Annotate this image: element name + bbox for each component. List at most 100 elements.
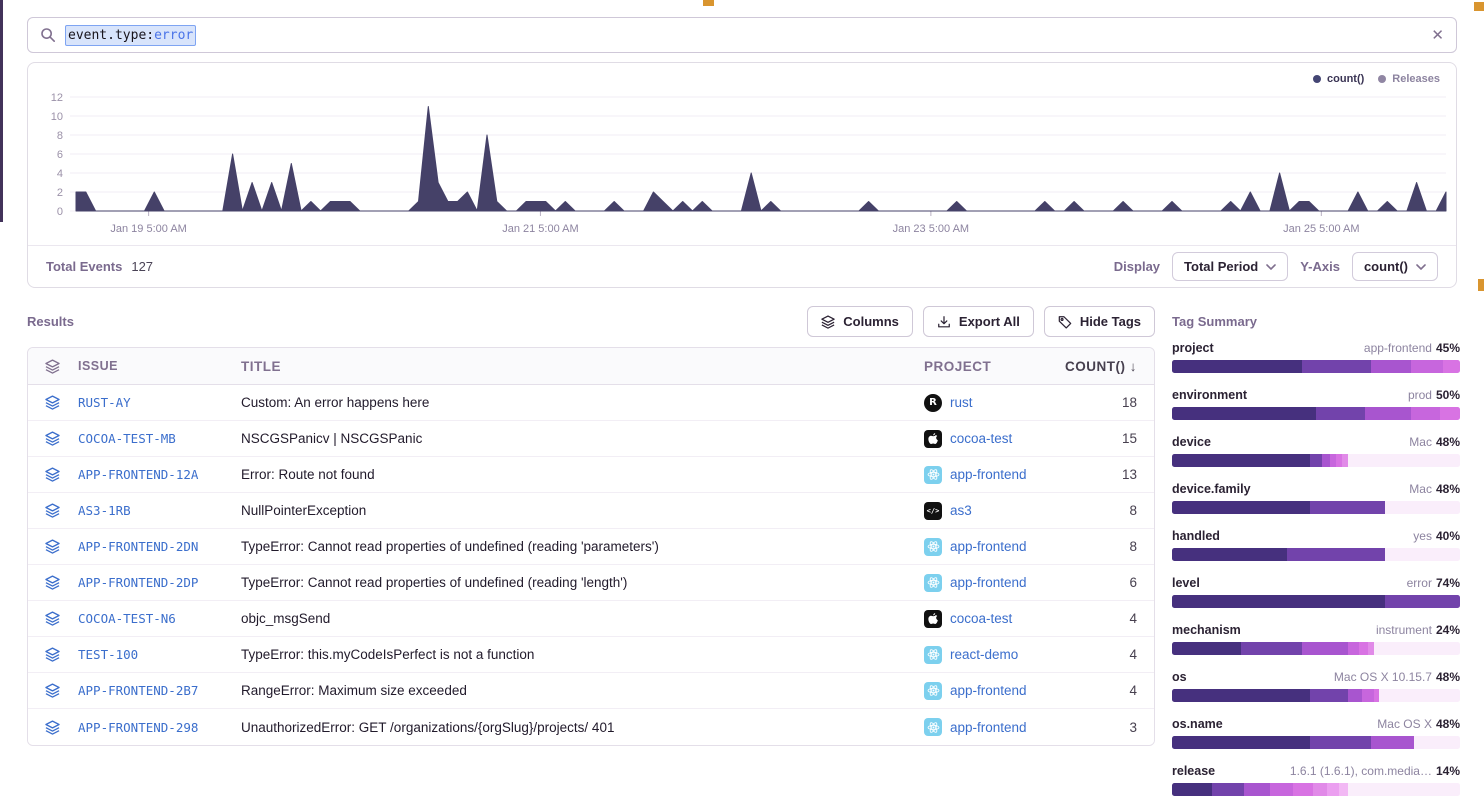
tag-bar-segment[interactable]	[1339, 783, 1348, 796]
tag-bar-segment[interactable]	[1411, 360, 1443, 373]
tag-bar-segment[interactable]	[1327, 783, 1339, 796]
issue-link[interactable]: APP-FRONTEND-12A	[78, 467, 198, 482]
hide-tags-button[interactable]: Hide Tags	[1044, 306, 1155, 337]
tag-distribution-bar[interactable]	[1172, 595, 1460, 608]
tag-distribution-bar[interactable]	[1172, 642, 1460, 655]
project-link[interactable]: app-frontend	[950, 683, 1027, 698]
tag-bar-segment[interactable]	[1371, 360, 1411, 373]
tag-bar-segment[interactable]	[1287, 548, 1385, 561]
tag-bar-segment[interactable]	[1293, 783, 1313, 796]
table-row[interactable]: TEST-100 TypeError: this.myCodeIsPerfect…	[28, 637, 1154, 673]
yaxis-select[interactable]: count()	[1352, 252, 1438, 281]
issue-link[interactable]: APP-FRONTEND-2DN	[78, 539, 198, 554]
tag-distribution-bar[interactable]	[1172, 689, 1460, 702]
tag-bar-segment[interactable]	[1270, 783, 1293, 796]
tag-distribution-bar[interactable]	[1172, 736, 1460, 749]
search-clear-icon[interactable]: ✕	[1431, 28, 1444, 43]
table-row[interactable]: COCOA-TEST-MB NSCGSPanicv | NSCGSPanic c…	[28, 421, 1154, 457]
table-row[interactable]: COCOA-TEST-N6 objc_msgSend cocoa-test 4	[28, 601, 1154, 637]
project-link[interactable]: cocoa-test	[950, 431, 1012, 446]
screen-artifact-left-strip	[0, 0, 3, 222]
tag-bar-segment[interactable]	[1348, 689, 1362, 702]
tag-bar-segment[interactable]	[1302, 360, 1371, 373]
issue-link[interactable]: TEST-100	[78, 647, 138, 662]
tag-bar-segment[interactable]	[1443, 360, 1460, 373]
tag-bar-segment[interactable]	[1172, 501, 1310, 514]
project-link[interactable]: rust	[950, 395, 973, 410]
tag-bar-segment[interactable]	[1172, 689, 1310, 702]
project-link[interactable]: as3	[950, 503, 972, 518]
search-input[interactable]: event.type:error	[65, 25, 196, 46]
tag-distribution-bar[interactable]	[1172, 501, 1460, 514]
tag-bar-segment[interactable]	[1241, 642, 1301, 655]
table-row[interactable]: APP-FRONTEND-2DN TypeError: Cannot read …	[28, 529, 1154, 565]
tag-bar-segment[interactable]	[1310, 501, 1385, 514]
column-header-project[interactable]: PROJECT	[924, 359, 1064, 374]
tag-bar-segment[interactable]	[1385, 595, 1460, 608]
tag-bar-segment[interactable]	[1310, 454, 1322, 467]
tag-bar-segment[interactable]	[1172, 454, 1310, 467]
table-row[interactable]: APP-FRONTEND-2DP TypeError: Cannot read …	[28, 565, 1154, 601]
tag-bar-segment[interactable]	[1172, 595, 1385, 608]
issue-link[interactable]: AS3-1RB	[78, 503, 131, 518]
tag-bar-segment[interactable]	[1313, 783, 1327, 796]
issue-link[interactable]: APP-FRONTEND-2B7	[78, 683, 198, 698]
tag-bar-segment[interactable]	[1359, 642, 1368, 655]
tag-bar-segment[interactable]	[1302, 642, 1348, 655]
tag-bar-segment[interactable]	[1172, 642, 1241, 655]
tag-bar-segment[interactable]	[1172, 360, 1302, 373]
chart-legend[interactable]: count() Releases	[1313, 73, 1440, 85]
columns-button[interactable]: Columns	[807, 306, 913, 337]
tag-bar-segment[interactable]	[1371, 736, 1414, 749]
project-link[interactable]: app-frontend	[950, 467, 1027, 482]
tag-bar-segment[interactable]	[1212, 783, 1244, 796]
column-header-issue[interactable]: ISSUE	[78, 359, 241, 373]
tag-bar-segment[interactable]	[1310, 736, 1370, 749]
issue-title: UnauthorizedError: GET /organizations/{o…	[241, 720, 924, 735]
tag-bar-segment[interactable]	[1172, 736, 1310, 749]
tag-bar-segment[interactable]	[1316, 407, 1365, 420]
search-bar[interactable]: event.type:error ✕	[27, 17, 1457, 53]
table-row[interactable]: APP-FRONTEND-298 UnauthorizedError: GET …	[28, 709, 1154, 745]
results-actions: Columns Export All Hide Tags	[853, 306, 1155, 337]
issue-link[interactable]: COCOA-TEST-N6	[78, 611, 176, 626]
tag-distribution-bar[interactable]	[1172, 548, 1460, 561]
issue-link[interactable]: RUST-AY	[78, 395, 131, 410]
tag-distribution-bar[interactable]	[1172, 407, 1460, 420]
tag-distribution-bar[interactable]	[1172, 783, 1460, 796]
tag-summary-list: project app-frontend45% environment prod…	[1172, 341, 1460, 796]
tag-bar-segment[interactable]	[1365, 407, 1411, 420]
tag-bar-segment[interactable]	[1322, 454, 1331, 467]
project-link[interactable]: cocoa-test	[950, 611, 1012, 626]
tag-bar-segment[interactable]	[1362, 689, 1374, 702]
tag-bar-segment[interactable]	[1244, 783, 1270, 796]
column-header-count[interactable]: COUNT() ↓	[1064, 359, 1154, 374]
table-row[interactable]: APP-FRONTEND-2B7 RangeError: Maximum siz…	[28, 673, 1154, 709]
table-row[interactable]: RUST-AY Custom: An error happens here Rr…	[28, 385, 1154, 421]
svg-text:12: 12	[51, 92, 63, 104]
table-row[interactable]: APP-FRONTEND-12A Error: Route not found …	[28, 457, 1154, 493]
table-row[interactable]: AS3-1RB NullPointerException </>as3 8	[28, 493, 1154, 529]
tag-bar-segment[interactable]	[1348, 642, 1360, 655]
tag-bar-segment[interactable]	[1172, 407, 1316, 420]
project-link[interactable]: app-frontend	[950, 539, 1027, 554]
legend-item[interactable]: count()	[1313, 73, 1364, 85]
column-header-title[interactable]: TITLE	[241, 359, 924, 374]
project-link[interactable]: react-demo	[950, 647, 1018, 662]
tag-bar-segment[interactable]	[1172, 548, 1287, 561]
tag-bar-segment[interactable]	[1440, 407, 1460, 420]
tag-distribution-bar[interactable]	[1172, 454, 1460, 467]
tag-bar-segment[interactable]	[1411, 407, 1440, 420]
export-all-button[interactable]: Export All	[923, 306, 1034, 337]
events-chart[interactable]: 024681012Jan 19 5:00 AMJan 21 5:00 AMJan…	[28, 87, 1456, 255]
tag-bar-segment[interactable]	[1172, 783, 1212, 796]
tag-bar-segment[interactable]	[1310, 689, 1347, 702]
tag-distribution-bar[interactable]	[1172, 360, 1460, 373]
issue-link[interactable]: APP-FRONTEND-2DP	[78, 575, 198, 590]
issue-link[interactable]: COCOA-TEST-MB	[78, 431, 176, 446]
issue-link[interactable]: APP-FRONTEND-298	[78, 720, 198, 735]
display-select[interactable]: Total Period	[1172, 252, 1288, 281]
project-link[interactable]: app-frontend	[950, 720, 1027, 735]
legend-item[interactable]: Releases	[1378, 73, 1440, 85]
project-link[interactable]: app-frontend	[950, 575, 1027, 590]
